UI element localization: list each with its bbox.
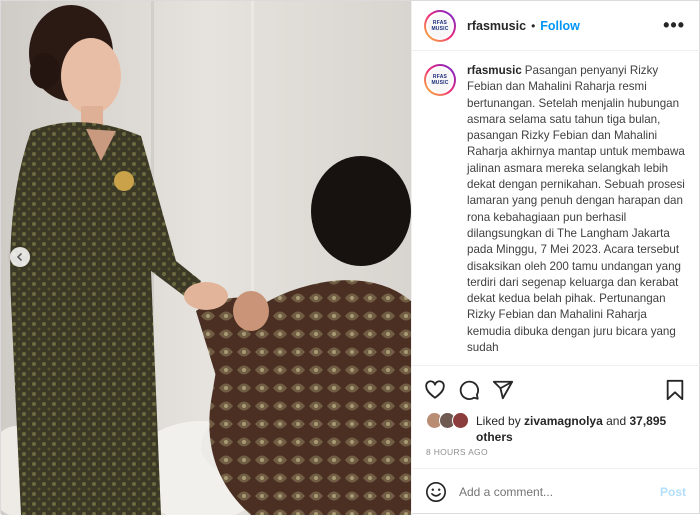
comment-icon [459, 380, 479, 400]
avatar-logo-line2: MUSIC [431, 25, 449, 32]
caption-body: Pasangan penyanyi Rizky Febian dan Mahal… [467, 64, 685, 355]
post-comment-button[interactable]: Post [660, 485, 686, 499]
likes-prefix: Liked by [476, 414, 521, 428]
rfas-logo: RFAS MUSIC [428, 68, 452, 92]
bookmark-icon [666, 379, 684, 401]
liked-by-user[interactable]: zivamagnolya [524, 414, 603, 428]
likes-count[interactable]: 37,895 [629, 414, 666, 428]
post-header: RFAS MUSIC rfasmusic • Follow ••• [412, 1, 700, 51]
avatar[interactable]: RFAS MUSIC [424, 9, 456, 42]
likes-conjunction: and [606, 414, 627, 428]
rfas-logo: RFAS MUSIC [428, 13, 452, 38]
emoji-icon[interactable] [425, 481, 447, 503]
comment-input[interactable] [459, 484, 649, 499]
like-button[interactable] [424, 379, 458, 403]
likes-summary: Liked by zivamagnolya and 37,895 others [476, 414, 691, 445]
more-options-icon[interactable]: ••• [663, 15, 685, 36]
heart-icon [425, 380, 445, 399]
caption-avatar[interactable]: RFAS MUSIC [424, 64, 456, 96]
instagram-post: RFAS MUSIC rfasmusic • Follow ••• RFAS M… [0, 0, 700, 515]
post-timestamp[interactable]: 8 HOURS AGO [426, 447, 488, 457]
caption-section: RFAS MUSIC rfasmusic Pasangan penyanyi Ri… [412, 52, 700, 365]
header-username[interactable]: rfasmusic [467, 19, 526, 33]
actions-section: Liked by zivamagnolya and 37,895 others … [412, 365, 700, 485]
engagement-photo [1, 1, 411, 515]
carousel-prev-button[interactable] [10, 247, 30, 267]
save-button[interactable] [665, 379, 685, 406]
avatar-logo-line2: MUSIC [431, 80, 449, 86]
post-photo[interactable] [1, 1, 411, 515]
separator-dot: • [531, 18, 536, 33]
share-button[interactable] [492, 379, 526, 403]
comment-bar: Post [412, 468, 700, 514]
follow-button[interactable]: Follow [540, 19, 580, 33]
share-icon [492, 380, 514, 400]
action-icons [424, 379, 526, 403]
liked-by-avatars[interactable] [426, 412, 472, 430]
likes-suffix[interactable]: others [476, 430, 513, 444]
chevron-left-icon [16, 252, 23, 262]
comment-button[interactable] [458, 379, 492, 403]
post-side-panel: RFAS MUSIC rfasmusic • Follow ••• RFAS M… [411, 1, 700, 515]
avatar [452, 412, 469, 429]
caption-username[interactable]: rfasmusic [467, 64, 522, 77]
caption-text: rfasmusic Pasangan penyanyi Rizky Febian … [467, 63, 687, 365]
